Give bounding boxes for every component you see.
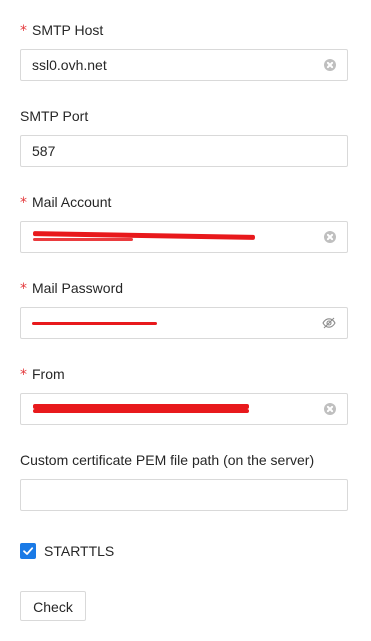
smtp-host-input[interactable]: ssl0.ovh.net — [20, 49, 348, 81]
smtp-port-label: SMTP Port — [20, 108, 89, 124]
smtp-port-field: SMTP Port 587 — [20, 106, 348, 167]
redaction-mark — [33, 409, 249, 413]
starttls-checkbox[interactable] — [20, 543, 36, 559]
mail-password-field: * Mail Password — [20, 278, 348, 339]
from-field: * From — [20, 364, 348, 425]
smtp-host-field: * SMTP Host ssl0.ovh.net — [20, 20, 348, 81]
mail-account-label: * Mail Account — [20, 194, 112, 211]
from-label: * From — [20, 366, 65, 383]
clear-icon[interactable] — [324, 403, 336, 415]
required-asterisk: * — [20, 367, 27, 383]
check-button[interactable]: Check — [20, 591, 86, 621]
cert-path-input[interactable] — [20, 479, 348, 511]
redaction-mark — [33, 238, 133, 241]
mail-account-field: * Mail Account — [20, 192, 348, 253]
eye-slash-icon[interactable] — [322, 316, 336, 330]
clear-icon[interactable] — [324, 231, 336, 243]
required-asterisk: * — [20, 23, 27, 39]
redaction-mark — [32, 322, 157, 325]
mail-password-label: * Mail Password — [20, 280, 124, 297]
smtp-port-value: 587 — [32, 143, 56, 159]
checkmark-icon — [23, 547, 34, 555]
clear-icon[interactable] — [324, 59, 336, 71]
starttls-label: STARTTLS — [44, 543, 115, 559]
required-asterisk: * — [20, 195, 27, 211]
smtp-host-value: ssl0.ovh.net — [32, 57, 107, 73]
cert-path-field: Custom certificate PEM file path (on the… — [20, 450, 348, 511]
from-input[interactable] — [20, 393, 348, 425]
cert-path-label: Custom certificate PEM file path (on the… — [20, 452, 315, 468]
required-asterisk: * — [20, 281, 27, 297]
smtp-port-input[interactable]: 587 — [20, 135, 348, 167]
smtp-host-label: * SMTP Host — [20, 22, 104, 39]
mail-account-input[interactable] — [20, 221, 348, 253]
mail-password-input[interactable] — [20, 307, 348, 339]
